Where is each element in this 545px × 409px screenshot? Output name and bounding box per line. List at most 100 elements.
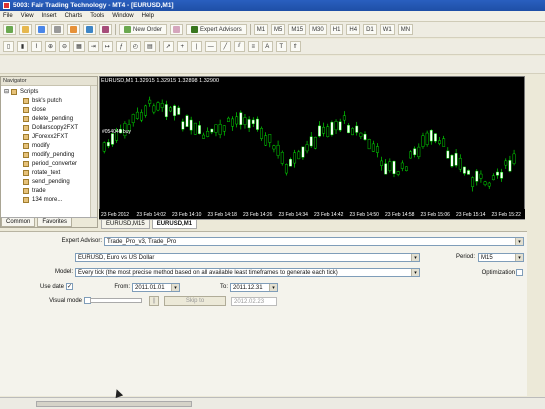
candle-body — [458, 158, 462, 170]
expert-advisors-button[interactable]: Expert Advisors — [186, 24, 247, 35]
visual-speed-slider[interactable] — [90, 298, 142, 303]
timeframe-d1[interactable]: D1 — [363, 24, 377, 35]
navigator-script-item[interactable]: bsk's putch — [23, 96, 62, 105]
bar-chart-button[interactable]: ▯ — [3, 41, 14, 52]
tester-button[interactable] — [99, 24, 112, 35]
profiles-icon — [22, 26, 29, 33]
zoom-out-button[interactable]: ⊖ — [59, 41, 71, 52]
candle-body — [214, 124, 218, 133]
timeframe-m1[interactable]: M1 — [253, 24, 269, 35]
to-label: To: — [219, 284, 228, 290]
period-select[interactable]: M15 ▾ — [478, 253, 524, 262]
horizontal-scrollbar[interactable] — [0, 397, 545, 409]
channel-tool[interactable]: ⫽ — [233, 41, 245, 52]
label-tool[interactable]: T — [275, 41, 287, 52]
standard-toolbar: New Order Expert Advisors M1 M5 M15 M30 … — [0, 22, 545, 38]
market-watch-button[interactable] — [35, 24, 48, 35]
candle-body — [400, 162, 404, 169]
tab-common[interactable]: Common — [1, 218, 36, 227]
arrows-tool[interactable]: ⇑ — [289, 41, 301, 52]
candle-body — [479, 173, 483, 179]
candle-body — [359, 132, 363, 137]
navigator-scripts-folder[interactable]: ⊟ Scripts — [4, 87, 38, 96]
terminal-button[interactable] — [83, 24, 96, 35]
crosshair-tool[interactable]: + — [176, 41, 188, 52]
menu-insert[interactable]: Insert — [42, 13, 57, 19]
timeframe-m30[interactable]: M30 — [309, 24, 327, 35]
periods-button[interactable]: ◴ — [129, 41, 142, 52]
navigator-script-item[interactable]: delete_pending — [23, 114, 73, 123]
from-date-field[interactable]: 2011.01.01 ▾ — [132, 283, 180, 292]
navigator-scrollbar[interactable] — [90, 86, 97, 217]
timeframe-mn[interactable]: MN — [397, 24, 414, 35]
timeframe-m5[interactable]: M5 — [271, 24, 286, 35]
navigator-script-item[interactable]: close — [23, 105, 46, 114]
timeframe-h4[interactable]: H4 — [346, 24, 361, 35]
timeframe-h1[interactable]: H1 — [329, 24, 344, 35]
candle-body — [471, 177, 475, 187]
metaeditor-button[interactable] — [170, 24, 184, 35]
use-date-checkbox[interactable]: ✓ — [66, 283, 73, 290]
label-icon: T — [279, 43, 284, 50]
new-order-button[interactable]: New Order — [119, 24, 168, 35]
cursor-tool[interactable]: ➚ — [162, 41, 174, 52]
candle-body — [102, 142, 106, 152]
tile-windows-button[interactable]: ▦ — [73, 41, 85, 52]
zoom-in-button[interactable]: ⊕ — [45, 41, 57, 52]
navigator-tabs: Common Favorites — [1, 217, 97, 227]
fibonacci-tool[interactable]: ≡ — [247, 41, 259, 52]
tab-favorites[interactable]: Favorites — [37, 218, 73, 227]
candle-body — [235, 116, 239, 125]
data-window-button[interactable] — [51, 24, 64, 35]
chart-shift-button[interactable]: ⇥ — [87, 41, 99, 52]
timeframe-w1[interactable]: W1 — [379, 24, 395, 35]
vertical-line-tool[interactable]: | — [190, 41, 202, 52]
navigator-script-item[interactable]: period_converter — [23, 159, 77, 168]
menu-view[interactable]: View — [21, 13, 34, 19]
line-chart-button[interactable]: ⌇ — [31, 41, 42, 52]
candle-body — [442, 138, 446, 147]
indicators-button[interactable]: ƒ — [115, 41, 127, 52]
horizontal-line-tool[interactable]: — — [204, 41, 217, 52]
templates-button[interactable]: ▤ — [144, 41, 156, 52]
model-select[interactable]: Every tick (the most precise method base… — [75, 268, 420, 277]
script-label: Dollarscopy2FXT — [32, 124, 79, 131]
menu-file[interactable]: File — [3, 13, 13, 19]
scrollbar-thumb[interactable] — [36, 401, 192, 407]
timeframe-m15[interactable]: M15 — [288, 24, 307, 35]
navigator-script-item[interactable]: Dollarscopy2FXT — [23, 123, 78, 132]
to-date-field[interactable]: 2011.12.31 ▾ — [230, 283, 278, 292]
candle-body — [380, 160, 383, 166]
navigator-script-item[interactable]: modify_pending — [23, 150, 74, 159]
new-chart-button[interactable] — [3, 24, 16, 35]
expert-advisor-select[interactable]: Trade_Pro_v3, Trade_Pro ▾ — [104, 237, 524, 246]
chart-tab-eurusd-m1[interactable]: EURUSD,M1 — [151, 220, 198, 229]
text-tool[interactable]: A — [261, 41, 273, 52]
navigator-button[interactable] — [67, 24, 80, 35]
navigator-script-item[interactable]: modify — [23, 141, 50, 150]
navigator-script-item[interactable]: rotate_text — [23, 168, 60, 177]
skip-to-button[interactable]: Skip to — [164, 296, 226, 306]
menu-charts[interactable]: Charts — [65, 13, 83, 19]
pause-button[interactable]: || — [149, 296, 159, 306]
navigator-more-item[interactable]: 134 more... — [23, 195, 62, 204]
symbol-select[interactable]: EURUSD, Euro vs US Dollar ▾ — [75, 253, 420, 262]
navigator-script-item[interactable]: send_pending — [23, 177, 70, 186]
profiles-button[interactable] — [19, 24, 32, 35]
candle-body — [231, 118, 234, 127]
trendline-tool[interactable]: ╱ — [219, 41, 231, 52]
skip-to-date-field[interactable]: 2012.02.23 — [231, 297, 277, 306]
candlestick-button[interactable]: ▮ — [17, 41, 28, 52]
autoscroll-button[interactable]: ↦ — [101, 41, 113, 52]
chart-window[interactable]: EURUSD,M1 1.32915 1.32915 1.32898 1.3290… — [99, 76, 525, 219]
menu-help[interactable]: Help — [142, 13, 154, 19]
fibonacci-icon: ≡ — [251, 43, 255, 50]
chart-tab-eurusd-m15[interactable]: EURUSD,M15 — [101, 220, 150, 229]
navigator-script-item[interactable]: trade — [23, 186, 46, 195]
menu-window[interactable]: Window — [112, 13, 133, 19]
script-icon — [23, 142, 29, 149]
navigator-script-item[interactable]: JForexx2FXT — [23, 132, 68, 141]
optimization-checkbox[interactable] — [516, 269, 523, 276]
menu-tools[interactable]: Tools — [90, 13, 104, 19]
candle-body — [222, 125, 226, 132]
